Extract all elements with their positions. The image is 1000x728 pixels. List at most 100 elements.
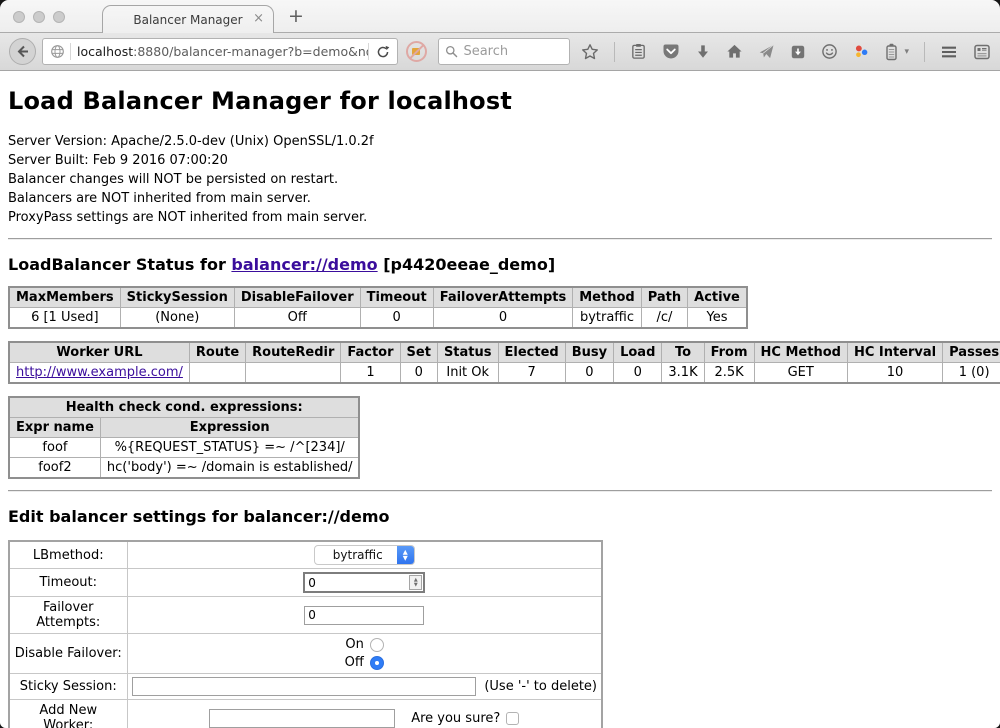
cell-failoverattempts: 0 bbox=[433, 308, 573, 329]
server-built-line: Server Built: Feb 9 2016 07:00:20 bbox=[8, 151, 992, 170]
bookmarks-sidebar-icon[interactable] bbox=[630, 43, 647, 60]
cell-elected: 7 bbox=[498, 363, 565, 384]
col-expression: Expression bbox=[100, 418, 359, 438]
pocket-icon[interactable] bbox=[662, 43, 680, 61]
timeout-field-wrap: ▲▼ bbox=[303, 572, 425, 593]
col-load: Load bbox=[614, 342, 662, 363]
globe-icon bbox=[50, 44, 65, 59]
downloads-icon[interactable] bbox=[695, 44, 711, 60]
balancer-demo-link[interactable]: balancer://demo bbox=[231, 255, 377, 274]
minimize-window-button[interactable] bbox=[33, 11, 45, 23]
add-worker-row: Add New Worker: Are you sure? bbox=[9, 700, 602, 728]
cell-method: bytraffic bbox=[573, 308, 641, 329]
cell-expression-2: hc('body') =~ /domain is established/ bbox=[100, 458, 359, 479]
add-worker-input[interactable] bbox=[209, 709, 395, 728]
tab-balancer-manager[interactable]: Balancer Manager × bbox=[102, 5, 274, 33]
zoom-window-button[interactable] bbox=[53, 11, 65, 23]
worker-data-row: http://www.example.com/ 1 0 Init Ok 7 0 … bbox=[9, 363, 1000, 384]
health-title-row: Health check cond. expressions: bbox=[9, 397, 359, 418]
col-expr-name: Expr name bbox=[9, 418, 100, 438]
worker-url-link[interactable]: http://www.example.com/ bbox=[16, 365, 183, 380]
page-content: Load Balancer Manager for localhost Serv… bbox=[0, 71, 1000, 728]
health-check-table: Health check cond. expressions: Expr nam… bbox=[8, 396, 360, 479]
search-bar[interactable] bbox=[438, 38, 570, 65]
send-tab-icon[interactable] bbox=[758, 43, 775, 60]
lbmethod-label: LBmethod: bbox=[9, 541, 127, 569]
cell-busy: 0 bbox=[565, 363, 613, 384]
balancer-status-table: MaxMembers StickySession DisableFailover… bbox=[8, 286, 748, 329]
failover-attempts-row: Failover Attempts: bbox=[9, 597, 602, 634]
bookmark-star-icon[interactable] bbox=[581, 43, 599, 61]
battery-dropdown-caret-icon[interactable]: ▾ bbox=[904, 47, 909, 57]
are-you-sure-label: Are you sure? bbox=[411, 711, 500, 726]
col-status: Status bbox=[437, 342, 498, 363]
col-stickysession: StickySession bbox=[120, 287, 234, 308]
inherit-notice-line: Balancers are NOT inherited from main se… bbox=[8, 189, 992, 208]
tiles-page-icon[interactable] bbox=[973, 43, 991, 61]
col-hc-interval: HC Interval bbox=[847, 342, 942, 363]
add-worker-label: Add New Worker: bbox=[9, 700, 127, 728]
col-path: Path bbox=[641, 287, 687, 308]
radio-off[interactable] bbox=[370, 656, 384, 670]
col-set: Set bbox=[400, 342, 437, 363]
col-factor: Factor bbox=[341, 342, 400, 363]
timeout-row: Timeout: ▲▼ bbox=[9, 569, 602, 597]
search-input[interactable] bbox=[463, 44, 563, 59]
are-you-sure-checkbox[interactable] bbox=[506, 712, 519, 725]
col-active: Active bbox=[688, 287, 747, 308]
toolbar-divider bbox=[614, 42, 615, 62]
col-busy: Busy bbox=[565, 342, 613, 363]
url-text[interactable]: localhost:8880/balancer-manager?b=demo&n… bbox=[71, 44, 368, 59]
url-bar[interactable]: localhost:8880/balancer-manager?b=demo&n… bbox=[42, 38, 398, 65]
failover-attempts-label: Failover Attempts: bbox=[9, 597, 127, 634]
home-icon[interactable] bbox=[726, 43, 743, 60]
cell-disablefailover: Off bbox=[234, 308, 360, 329]
url-domain: localhost bbox=[77, 44, 133, 59]
tab-close-icon[interactable]: × bbox=[253, 12, 264, 26]
sticky-session-input[interactable] bbox=[132, 677, 477, 696]
worker-table: Worker URL Route RouteRedir Factor Set S… bbox=[8, 341, 1000, 384]
back-button[interactable] bbox=[9, 38, 36, 65]
forecastfox-smiley-icon[interactable] bbox=[821, 43, 838, 60]
cell-path: /c/ bbox=[641, 308, 687, 329]
toolbar-divider2 bbox=[924, 42, 925, 62]
new-tab-button[interactable]: + bbox=[288, 5, 304, 27]
extension-download-icon[interactable] bbox=[790, 44, 806, 60]
health-header-row: Expr name Expression bbox=[9, 418, 359, 438]
navigation-toolbar: localhost:8880/balancer-manager?b=demo&n… bbox=[0, 33, 1000, 71]
battery-status-icon[interactable] bbox=[885, 43, 898, 61]
col-to: To bbox=[662, 342, 704, 363]
loadbalancer-status-heading: LoadBalancer Status for balancer://demo … bbox=[8, 255, 992, 274]
edit-balancer-heading: Edit balancer settings for balancer://de… bbox=[8, 507, 992, 526]
back-arrow-icon bbox=[15, 44, 30, 59]
radio-on[interactable] bbox=[370, 638, 384, 652]
cell-expr-name-2: foof2 bbox=[9, 458, 100, 479]
lbmethod-row: LBmethod: bytraffic ▲▼ bbox=[9, 541, 602, 569]
colored-dots-extension-icon[interactable] bbox=[853, 43, 870, 60]
disable-failover-label: Disable Failover: bbox=[9, 634, 127, 674]
col-hc-method: HC Method bbox=[754, 342, 847, 363]
number-spinner-icon[interactable]: ▲▼ bbox=[409, 575, 422, 590]
toolbar-icons: ▾ bbox=[581, 42, 991, 62]
close-window-button[interactable] bbox=[13, 11, 25, 23]
content-blocked-icon[interactable] bbox=[406, 41, 427, 62]
divider-2 bbox=[8, 490, 992, 492]
sticky-session-label: Sticky Session: bbox=[9, 674, 127, 700]
cell-from: 2.5K bbox=[704, 363, 754, 384]
hamburger-menu-icon[interactable] bbox=[940, 43, 958, 61]
reload-button[interactable] bbox=[369, 45, 397, 59]
col-timeout: Timeout bbox=[360, 287, 433, 308]
cell-passes: 1 (0) bbox=[943, 363, 1000, 384]
server-version-line: Server Version: Apache/2.5.0-dev (Unix) … bbox=[8, 132, 992, 151]
radio-on-label: On bbox=[345, 637, 364, 652]
page-title: Load Balancer Manager for localhost bbox=[8, 87, 992, 115]
disable-failover-row: Disable Failover: On Off bbox=[9, 634, 602, 674]
url-path: :8880/balancer-manager?b=demo&nonce=decc… bbox=[133, 44, 368, 59]
cell-set: 0 bbox=[400, 363, 437, 384]
timeout-input[interactable] bbox=[305, 576, 409, 590]
server-info: Server Version: Apache/2.5.0-dev (Unix) … bbox=[8, 132, 992, 227]
failover-attempts-input[interactable] bbox=[304, 606, 424, 625]
col-passes: Passes bbox=[943, 342, 1000, 363]
lbmethod-select[interactable]: bytraffic ▲▼ bbox=[314, 545, 415, 565]
tab-title: Balancer Manager bbox=[133, 13, 242, 27]
